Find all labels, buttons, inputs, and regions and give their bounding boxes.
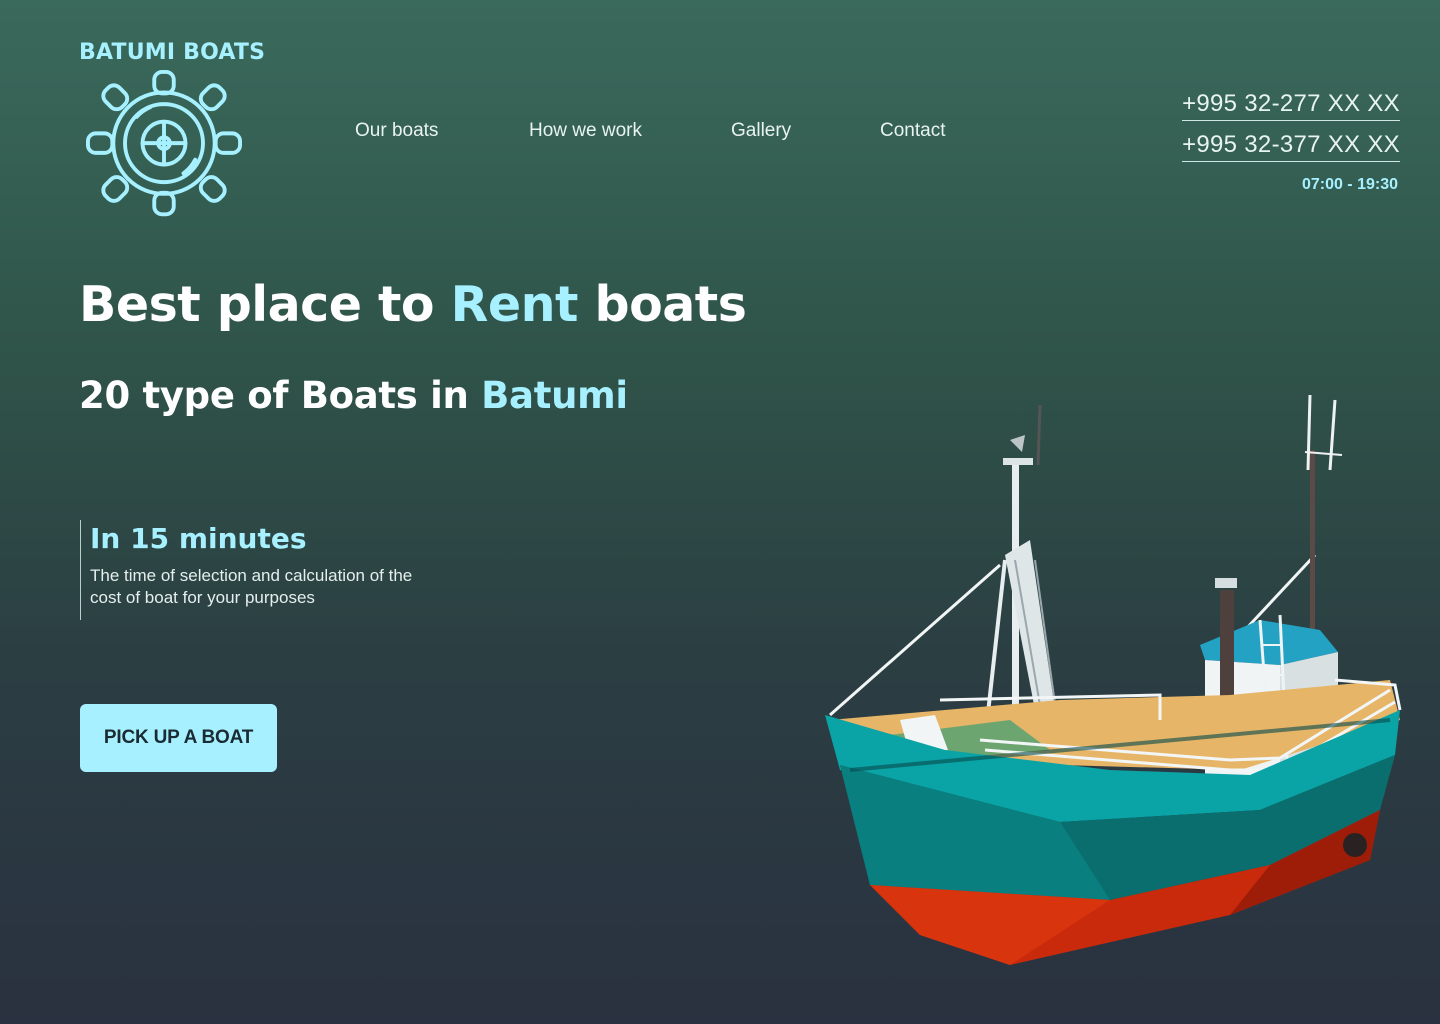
pick-up-boat-button[interactable]: PICK UP A BOAT: [80, 704, 277, 772]
feature-title: In 15 minutes: [90, 522, 307, 555]
feature-block: In 15 minutes The time of selection and …: [80, 520, 420, 620]
brand-name: BATUMI BOATS: [79, 40, 266, 65]
contact-info: +995 32-277 XX XX +995 32-377 XX XX 07:0…: [1182, 88, 1400, 194]
nav-link-our-boats[interactable]: Our boats: [355, 120, 438, 142]
hero-title-part2: boats: [577, 276, 747, 333]
ship-wheel-icon: [86, 70, 242, 217]
feature-description: The time of selection and calculation of…: [90, 566, 413, 607]
hero-subtitle: 20 type of Boats in Batumi: [79, 374, 628, 417]
phone-link-2[interactable]: +995 32-377 XX XX: [1182, 129, 1400, 162]
hero-subtitle-accent: Batumi: [481, 374, 628, 417]
working-hours: 07:00 - 19:30: [1301, 176, 1398, 193]
brand-logo[interactable]: BATUMI BOATS: [79, 40, 266, 217]
nav-link-how-we-work[interactable]: How we work: [529, 120, 642, 142]
nav-link-contact[interactable]: Contact: [880, 120, 945, 142]
hero-title-part1: Best place to: [79, 276, 451, 333]
nav-link-gallery[interactable]: Gallery: [731, 120, 791, 142]
hero-title-accent: Rent: [450, 276, 579, 333]
hero-subtitle-part1: 20 type of Boats in: [79, 374, 482, 417]
fishing-boat-illustration: [825, 394, 1402, 965]
phone-link-1[interactable]: +995 32-277 XX XX: [1182, 88, 1400, 121]
hero-title: Best place to Rent boats: [79, 276, 747, 333]
